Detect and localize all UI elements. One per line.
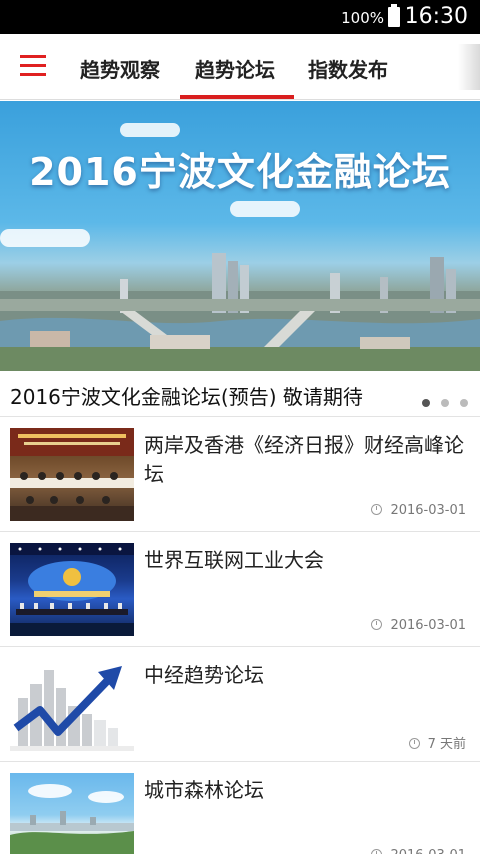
news-thumbnail — [10, 543, 134, 636]
list-item[interactable]: 城市森林论坛 2016-03-01 — [0, 762, 480, 854]
carousel-dots — [416, 392, 468, 411]
news-title: 世界互联网工业大会 — [144, 548, 324, 572]
battery-percent: 100% — [341, 9, 384, 27]
hamburger-menu-icon[interactable] — [20, 55, 46, 77]
tab-trend-forum[interactable]: 趋势论坛 — [195, 54, 275, 83]
tab-scroll-edge — [458, 44, 480, 90]
news-list: 两岸及香港《经济日报》财经高峰论坛 2016-03-01 世界互联网工业大会 2… — [0, 417, 480, 854]
cloud-decoration — [0, 229, 90, 247]
carousel-dot — [440, 399, 449, 407]
news-thumbnail — [10, 658, 134, 751]
clock-icon — [371, 849, 383, 854]
banner-caption: 2016宁波文化金融论坛(预告) 敬请期待 — [10, 385, 363, 409]
banner-carousel[interactable]: 2016宁波文化金融论坛 — [0, 101, 480, 371]
city-skyline-image — [0, 253, 480, 371]
cloud-decoration — [230, 201, 300, 217]
status-time: 16:30 — [404, 4, 468, 29]
clock-icon — [371, 504, 383, 515]
news-title: 两岸及香港《经济日报》财经高峰论坛 — [144, 433, 464, 486]
banner-caption-bar[interactable]: 2016宁波文化金融论坛(预告) 敬请期待 — [0, 371, 480, 417]
active-tab-indicator — [180, 95, 294, 99]
carousel-dot — [460, 399, 468, 407]
news-thumbnail — [10, 428, 134, 521]
news-time: 2016-03-01 — [371, 848, 466, 854]
carousel-dot-active — [421, 399, 430, 407]
clock-icon — [408, 738, 420, 749]
tab-index-release[interactable]: 指数发布 — [308, 54, 388, 83]
news-time-text: 2016-03-01 — [390, 503, 466, 518]
news-thumbnail — [10, 773, 134, 854]
banner-image-title: 2016宁波文化金融论坛 — [29, 150, 451, 194]
news-time-text: 2016-03-01 — [390, 848, 466, 854]
clock-icon — [371, 619, 383, 630]
list-item[interactable]: 世界互联网工业大会 2016-03-01 — [0, 532, 480, 647]
battery-icon — [388, 4, 400, 27]
news-title: 城市森林论坛 — [144, 778, 264, 802]
news-time: 2016-03-01 — [371, 618, 466, 633]
list-item[interactable]: 中经趋势论坛 7 天前 — [0, 647, 480, 762]
news-time: 7 天前 — [408, 733, 466, 752]
list-item[interactable]: 两岸及香港《经济日报》财经高峰论坛 2016-03-01 — [0, 417, 480, 532]
news-time: 2016-03-01 — [371, 503, 466, 518]
news-time-text: 7 天前 — [427, 737, 466, 752]
news-title: 中经趋势论坛 — [144, 663, 264, 687]
status-bar: 100% 16:30 — [0, 0, 480, 34]
tab-trend-observation[interactable]: 趋势观察 — [80, 54, 160, 83]
cloud-decoration — [120, 123, 180, 137]
top-nav: 趋势观察 趋势论坛 指数发布 — [0, 34, 480, 100]
news-time-text: 2016-03-01 — [390, 618, 466, 633]
